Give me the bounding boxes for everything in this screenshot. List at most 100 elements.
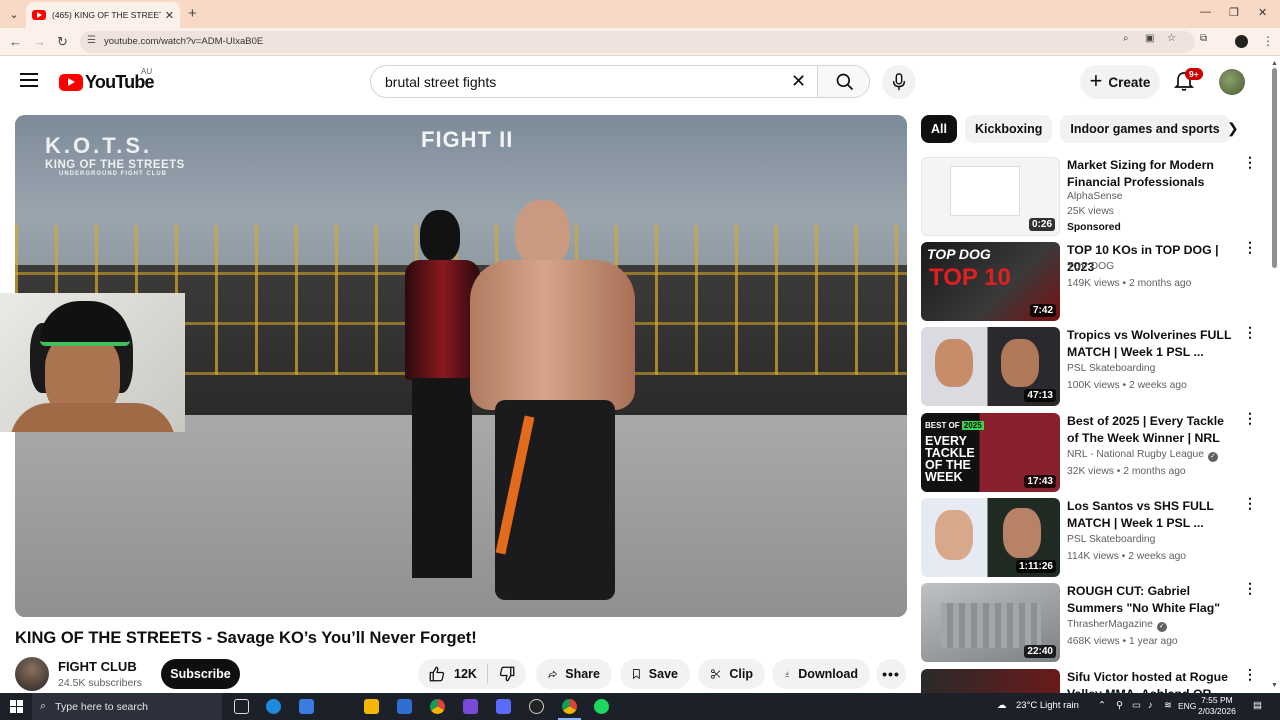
task-view-icon[interactable]	[234, 699, 249, 714]
extensions-icon[interactable]: ⧉	[1200, 33, 1207, 44]
close-tab-icon[interactable]: ✕	[165, 9, 174, 22]
scroll-down-arrow-icon[interactable]: ▼	[1271, 682, 1278, 689]
rec-title[interactable]: Best of 2025 | Every Tackle of The Week …	[1067, 413, 1237, 446]
video-thumbnail[interactable]: 0:26	[921, 157, 1060, 236]
app-icon-purple[interactable]	[463, 699, 478, 714]
rec-menu-icon[interactable]: ⋮	[1243, 411, 1257, 425]
rec-menu-icon[interactable]: ⋮	[1243, 155, 1257, 169]
rec-channel[interactable]: PSL Skateboarding	[1067, 363, 1155, 374]
clip-button[interactable]: Clip	[698, 659, 765, 689]
rec-menu-icon[interactable]: ⋮	[1243, 496, 1257, 510]
rec-channel[interactable]: NRL - National Rugby League ✓	[1067, 449, 1218, 462]
recommendation-item[interactable]: Sifu Victor hosted at Rogue Valley MMA, …	[921, 669, 1261, 693]
page-scrollbar[interactable]	[1271, 60, 1277, 690]
reload-icon[interactable]: ↻	[57, 34, 68, 50]
chip-all[interactable]: All	[921, 115, 957, 143]
search-button[interactable]	[817, 66, 869, 97]
video-thumbnail[interactable]: BEST OF 2025 EVERY TACKLE OF THE WEEK 17:43	[921, 413, 1060, 492]
like-button[interactable]: 12K	[418, 664, 488, 684]
create-button[interactable]: + Create	[1080, 65, 1160, 99]
scroll-up-arrow-icon[interactable]: ▲	[1271, 60, 1278, 67]
recommendation-item[interactable]: TOP DOG TOP 10 7:42 TOP 10 KOs in TOP DO…	[921, 240, 1261, 322]
save-button[interactable]: Save	[620, 659, 690, 689]
install-app-icon[interactable]: ▣	[1145, 33, 1154, 44]
volume-icon[interactable]: ♪	[1148, 700, 1153, 711]
bookmark-star-icon[interactable]: ☆	[1167, 33, 1176, 44]
rec-channel[interactable]: ThrasherMagazine ✓	[1067, 619, 1167, 632]
video-thumbnail[interactable]	[921, 669, 1060, 693]
rec-menu-icon[interactable]: ⋮	[1243, 325, 1257, 339]
taskbar-clock[interactable]: 7:55 PM 2/03/2026	[1198, 695, 1236, 717]
weather-text[interactable]: 23°C Light rain	[1016, 700, 1079, 711]
rec-channel[interactable]: AlphaSense	[1067, 191, 1123, 202]
site-info-icon[interactable]: ☰	[87, 35, 96, 46]
chips-next-arrow-icon[interactable]: ❯	[1227, 120, 1239, 137]
network-icon[interactable]: ⚲	[1116, 700, 1123, 711]
rec-menu-icon[interactable]: ⋮	[1243, 240, 1257, 254]
tray-overflow-icon[interactable]: ⌃	[1098, 700, 1106, 711]
obs-icon[interactable]	[529, 699, 544, 714]
mail-icon[interactable]	[397, 699, 412, 714]
new-tab-button[interactable]: +	[188, 5, 197, 22]
zoom-icon[interactable]: ⌕	[1123, 33, 1129, 44]
copilot-icon[interactable]	[299, 699, 314, 714]
guide-menu-icon[interactable]	[20, 73, 38, 87]
browser-menu-icon[interactable]: ⋮	[1262, 34, 1274, 48]
edge-icon[interactable]	[266, 699, 281, 714]
minimize-button[interactable]: —	[1200, 6, 1211, 18]
chip-kickboxing[interactable]: Kickboxing	[964, 115, 1053, 143]
chrome-icon[interactable]	[430, 699, 445, 714]
rec-title[interactable]: Market Sizing for Modern Financial Profe…	[1067, 157, 1237, 190]
video-thumbnail[interactable]: 1:11:26	[921, 498, 1060, 577]
rec-channel[interactable]: TOP DOG	[1067, 261, 1114, 272]
back-icon[interactable]: ←	[9, 34, 22, 49]
battery-icon[interactable]: ▭	[1132, 700, 1141, 711]
restore-button[interactable]: ❐	[1229, 6, 1239, 19]
clear-search-icon[interactable]: ✕	[791, 71, 806, 92]
more-actions-button[interactable]: •••	[876, 659, 906, 689]
share-button[interactable]: Share	[536, 659, 612, 689]
dislike-button[interactable]	[488, 665, 524, 683]
rec-menu-icon[interactable]: ⋮	[1243, 581, 1257, 595]
recommendation-item[interactable]: 0:26 Market Sizing for Modern Financial …	[921, 155, 1261, 237]
channel-avatar[interactable]	[15, 657, 49, 691]
recommendation-item[interactable]: BEST OF 2025 EVERY TACKLE OF THE WEEK 17:43…	[921, 411, 1261, 493]
chip-indoor-games[interactable]: Indoor games and sports	[1060, 115, 1230, 143]
rec-title[interactable]: ROUGH CUT: Gabriel Summers "No White Fla…	[1067, 583, 1237, 617]
video-thumbnail[interactable]: TOP DOG TOP 10 7:42	[921, 242, 1060, 321]
tab-search-button[interactable]: ⌄	[4, 4, 24, 24]
forward-icon[interactable]: →	[33, 34, 46, 49]
file-explorer-icon[interactable]	[364, 699, 379, 714]
rec-title[interactable]: Tropics vs Wolverines FULL MATCH | Week …	[1067, 327, 1237, 360]
browser-tab[interactable]: (465) KING OF THE STREETS - S ✕	[26, 2, 180, 28]
subscribe-button[interactable]: Subscribe	[161, 659, 240, 689]
address-bar[interactable]: ☰ youtube.com/watch?v=ADM-UIxaB0E	[80, 31, 1195, 53]
account-avatar[interactable]	[1219, 69, 1245, 95]
chrome-active-icon[interactable]	[558, 699, 581, 720]
browser-profile-avatar[interactable]	[1235, 35, 1248, 48]
rec-channel[interactable]: PSL Skateboarding	[1067, 534, 1155, 545]
fight-number-overlay: FIGHT II	[421, 127, 514, 152]
language-indicator[interactable]: ENG	[1178, 701, 1196, 711]
search-input[interactable]	[371, 66, 817, 97]
video-thumbnail[interactable]: 47:13	[921, 327, 1060, 406]
weather-icon[interactable]: ☁	[997, 700, 1007, 711]
channel-name[interactable]: FIGHT CLUB	[58, 659, 137, 674]
rec-title[interactable]: Los Santos vs SHS FULL MATCH | Week 1 PS…	[1067, 498, 1237, 531]
recommendation-item[interactable]: 47:13 Tropics vs Wolverines FULL MATCH |…	[921, 325, 1261, 407]
wifi-icon[interactable]: ≋	[1164, 700, 1172, 711]
windows-start-icon[interactable]	[10, 700, 23, 713]
app-icon-blue[interactable]	[496, 699, 511, 714]
close-window-button[interactable]: ✕	[1258, 6, 1267, 19]
spotify-icon[interactable]	[594, 699, 609, 714]
taskbar-search[interactable]: ⌕ Type here to search	[32, 693, 222, 720]
voice-search-button[interactable]	[882, 65, 916, 99]
recommendation-item[interactable]: 22:40 ROUGH CUT: Gabriel Summers "No Whi…	[921, 581, 1261, 663]
youtube-logo[interactable]: YouTube AU	[59, 67, 155, 93]
recommendation-item[interactable]: 1:11:26 Los Santos vs SHS FULL MATCH | W…	[921, 496, 1261, 578]
rec-menu-icon[interactable]: ⋮	[1243, 669, 1257, 681]
download-button[interactable]: Download	[772, 659, 870, 689]
rec-title[interactable]: Sifu Victor hosted at Rogue Valley MMA, …	[1067, 669, 1237, 693]
notification-center-icon[interactable]: ▤	[1253, 700, 1262, 711]
video-thumbnail[interactable]: 22:40	[921, 583, 1060, 662]
